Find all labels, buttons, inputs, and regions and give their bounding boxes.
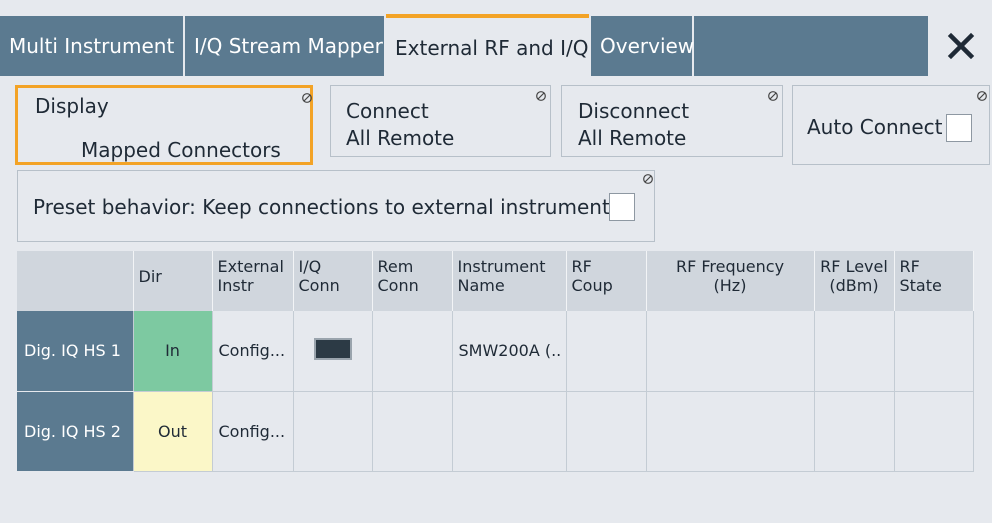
connect-label-line1: Connect	[346, 99, 429, 123]
tab-label: I/Q Stream Mapper	[194, 34, 383, 58]
rf-coup-cell[interactable]	[566, 311, 647, 392]
instrument-name-cell[interactable]: SMW200A (..	[452, 311, 567, 392]
col-header-text: Name	[457, 276, 505, 295]
tab-label: Overview	[600, 34, 695, 58]
preset-behavior-label: Preset behavior: Keep connections to ext…	[33, 195, 621, 219]
instrument-name-cell[interactable]	[452, 391, 567, 472]
col-header-external-instr: External Instr	[212, 251, 294, 311]
connector-icon	[313, 337, 352, 360]
connect-label-line2: All Remote	[346, 126, 455, 150]
col-header-text: (dBm)	[829, 276, 879, 295]
locked-icon	[643, 174, 653, 184]
col-header-text: Rem	[377, 257, 414, 276]
rf-level-cell[interactable]	[814, 391, 895, 472]
row-connector-name: Dig. IQ HS 2	[17, 391, 134, 472]
col-header-iq-conn: I/Q Conn	[293, 251, 373, 311]
col-header-text: RF	[899, 257, 920, 276]
connector-table: Dir External Instr I/Q Conn Rem Conn Instru…	[17, 251, 974, 472]
col-header-text: RF Level	[820, 257, 888, 276]
col-header-text: I/Q	[298, 257, 322, 276]
display-label-line2: Mapped Connectors	[81, 138, 281, 162]
tab-bar-filler	[694, 16, 928, 76]
col-header-text: RF Frequency	[675, 257, 785, 276]
dir-cell[interactable]: Out	[133, 391, 213, 472]
close-button[interactable]	[930, 16, 992, 76]
tab-label: External RF and I/Q	[395, 36, 589, 60]
rem-conn-cell[interactable]	[372, 391, 453, 472]
dir-cell[interactable]: In	[133, 311, 213, 392]
auto-connect-label: Auto Connect	[807, 115, 943, 139]
col-header-text: Dir	[138, 267, 162, 286]
rf-level-cell[interactable]	[814, 311, 895, 392]
rf-frequency-cell[interactable]	[646, 311, 815, 392]
col-header-text: Conn	[298, 276, 340, 295]
col-header-text: Coup	[571, 276, 613, 295]
rf-coup-cell[interactable]	[566, 391, 647, 472]
col-header-text: (Hz)	[713, 276, 747, 295]
col-header-rf-level: RF Level (dBm)	[814, 251, 895, 311]
table-row: Dig. IQ HS 1 In Config... SMW200A (..	[17, 311, 974, 392]
disconnect-label-line2: All Remote	[578, 126, 687, 150]
col-header-rf-frequency: RF Frequency (Hz)	[646, 251, 815, 311]
tab-label: Multi Instrument	[9, 34, 175, 58]
rf-state-cell[interactable]	[894, 311, 974, 392]
preset-behavior-control[interactable]: Preset behavior: Keep connections to ext…	[17, 170, 655, 242]
auto-connect-checkbox[interactable]	[946, 114, 972, 142]
col-header-text: External	[217, 257, 284, 276]
tab-overview[interactable]: Overview	[591, 16, 695, 76]
locked-icon	[768, 91, 778, 101]
table-row: Dig. IQ HS 2 Out Config...	[17, 391, 974, 472]
col-header-rem-conn: Rem Conn	[372, 251, 453, 311]
col-header-text: State	[899, 276, 942, 295]
display-label-line1: Display	[35, 94, 109, 118]
auto-connect-control[interactable]: Auto Connect	[792, 85, 990, 165]
col-header-text: Instrument	[457, 257, 546, 276]
iq-conn-cell[interactable]	[293, 391, 373, 472]
connect-all-remote-button[interactable]: Connect All Remote	[330, 85, 551, 157]
disconnect-label-line1: Disconnect	[578, 99, 690, 123]
tab-bar: Multi Instrument I/Q Stream Mapper Exter…	[0, 0, 992, 78]
col-header-connector	[17, 251, 134, 311]
iq-conn-cell[interactable]	[293, 311, 373, 392]
col-header-text: RF	[571, 257, 592, 276]
col-header-rf-coup: RF Coup	[566, 251, 647, 311]
col-header-dir: Dir	[133, 251, 213, 311]
close-icon	[947, 32, 975, 60]
locked-icon	[977, 91, 987, 101]
preset-behavior-checkbox[interactable]	[609, 193, 635, 221]
tab-multi-instrument[interactable]: Multi Instrument	[0, 16, 183, 76]
col-header-instrument-name: Instrument Name	[452, 251, 567, 311]
disconnect-all-remote-button[interactable]: Disconnect All Remote	[561, 85, 783, 157]
locked-icon	[302, 93, 312, 103]
rf-state-cell[interactable]	[894, 391, 974, 472]
col-header-text: Conn	[377, 276, 419, 295]
locked-icon	[536, 91, 546, 101]
row-connector-name: Dig. IQ HS 1	[17, 311, 134, 392]
external-instr-cell[interactable]: Config...	[212, 311, 294, 392]
tab-iq-stream-mapper[interactable]: I/Q Stream Mapper	[185, 16, 384, 76]
col-header-text: Instr	[217, 276, 254, 295]
rf-frequency-cell[interactable]	[646, 391, 815, 472]
tab-external-rf-and-iq[interactable]: External RF and I/Q	[386, 14, 589, 78]
table-header-row: Dir External Instr I/Q Conn Rem Conn Instru…	[17, 251, 974, 311]
col-header-rf-state: RF State	[894, 251, 974, 311]
rem-conn-cell[interactable]	[372, 311, 453, 392]
display-mapped-connectors-button[interactable]: Display Mapped Connectors	[15, 85, 313, 165]
external-instr-cell[interactable]: Config...	[212, 391, 294, 472]
